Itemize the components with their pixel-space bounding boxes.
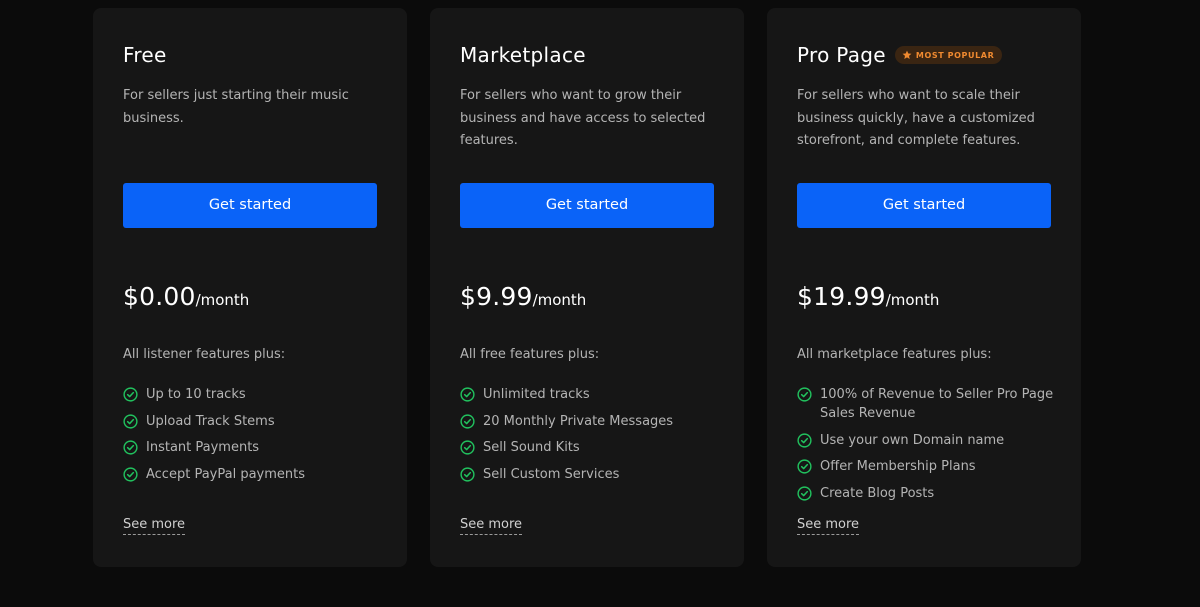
feature-label: Sell Sound Kits (483, 440, 580, 455)
see-more-link[interactable]: See more (797, 517, 860, 535)
feature-label: Instant Payments (146, 440, 260, 455)
plan-description: For sellers who want to scale their busi… (797, 88, 1035, 148)
check-circle-icon (460, 466, 475, 482)
feature-item: 100% of Revenue to Seller Pro Page Sales… (797, 385, 1059, 423)
plan-price: $9.99/month (460, 282, 586, 311)
feature-list: Up to 10 tracks Upload Track Stems Insta… (123, 385, 385, 491)
check-circle-icon (797, 459, 812, 474)
price-amount: $0.00 (123, 282, 196, 311)
feature-list: Unlimited tracks 20 Monthly Private Mess… (460, 385, 722, 491)
check-circle-icon (797, 387, 812, 402)
check-circle-icon (123, 466, 138, 482)
feature-item: Accept PayPal payments (123, 465, 385, 484)
plan-card-marketplace: Marketplace For sellers who want to grow… (430, 8, 744, 567)
see-more-link[interactable]: See more (123, 517, 186, 535)
feature-list: 100% of Revenue to Seller Pro Page Sales… (797, 385, 1059, 510)
feature-label: Accept PayPal payments (146, 466, 306, 482)
plan-card-free: Free For sellers just starting their mus… (93, 8, 407, 567)
get-started-button[interactable]: Get started (460, 183, 714, 228)
star-icon (902, 50, 912, 60)
check-circle-icon (460, 413, 475, 429)
feature-item: 20 Monthly Private Messages (460, 412, 722, 431)
plan-card-pro-page: Pro Page MOST POPULAR For sellers who wa… (767, 8, 1081, 567)
plan-price: $19.99/month (797, 282, 939, 311)
feature-label: Create Blog Posts (820, 485, 935, 501)
check-circle-icon (460, 387, 475, 402)
plan-description: For sellers who want to grow their busin… (460, 88, 706, 148)
feature-label: Unlimited tracks (483, 387, 590, 402)
features-intro: All listener features plus: (123, 347, 286, 362)
plan-title-row: Pro Page MOST POPULAR (797, 40, 1003, 70)
feature-label: Offer Membership Plans (820, 459, 976, 474)
features-intro: All marketplace features plus: (797, 347, 992, 362)
feature-label: Use your own Domain name (820, 432, 1005, 448)
feature-item: Upload Track Stems (123, 412, 385, 431)
plan-price: $0.00/month (123, 282, 249, 311)
plan-name: Pro Page (797, 43, 886, 67)
see-more-link[interactable]: See more (460, 517, 523, 535)
feature-item: Unlimited tracks (460, 385, 722, 404)
pricing-section: Free For sellers just starting their mus… (0, 0, 1200, 607)
plan-description: For sellers just starting their music bu… (123, 88, 349, 126)
check-circle-icon (123, 440, 138, 455)
feature-item: Offer Membership Plans (797, 457, 1059, 476)
feature-item: Instant Payments (123, 438, 385, 457)
check-circle-icon (123, 413, 138, 429)
check-circle-icon (797, 432, 812, 448)
get-started-button[interactable]: Get started (123, 183, 377, 228)
price-amount: $19.99 (797, 282, 886, 311)
plan-name: Marketplace (460, 43, 586, 67)
check-circle-icon (123, 387, 138, 402)
most-popular-badge: MOST POPULAR (894, 46, 1003, 64)
feature-label: 20 Monthly Private Messages (483, 413, 674, 429)
check-circle-icon (460, 440, 475, 455)
feature-label: Up to 10 tracks (146, 387, 246, 402)
get-started-button[interactable]: Get started (797, 183, 1051, 228)
feature-item: Up to 10 tracks (123, 385, 385, 404)
feature-label: 100% of Revenue to Seller Pro Page Sales… (820, 387, 1054, 421)
feature-item: Sell Sound Kits (460, 438, 722, 457)
plan-title-row: Marketplace (460, 40, 586, 70)
price-period: /month (885, 291, 940, 309)
plan-title-row: Free (123, 40, 167, 70)
price-period: /month (532, 291, 587, 309)
feature-item: Use your own Domain name (797, 431, 1059, 450)
plan-name: Free (123, 43, 167, 67)
feature-label: Upload Track Stems (146, 413, 275, 429)
features-intro: All free features plus: (460, 347, 600, 362)
price-amount: $9.99 (460, 282, 533, 311)
feature-item: Sell Custom Services (460, 465, 722, 484)
badge-label: MOST POPULAR (915, 50, 995, 60)
feature-item: Create Blog Posts (797, 484, 1059, 503)
check-circle-icon (797, 485, 812, 501)
price-period: /month (195, 291, 250, 309)
feature-label: Sell Custom Services (483, 466, 620, 482)
